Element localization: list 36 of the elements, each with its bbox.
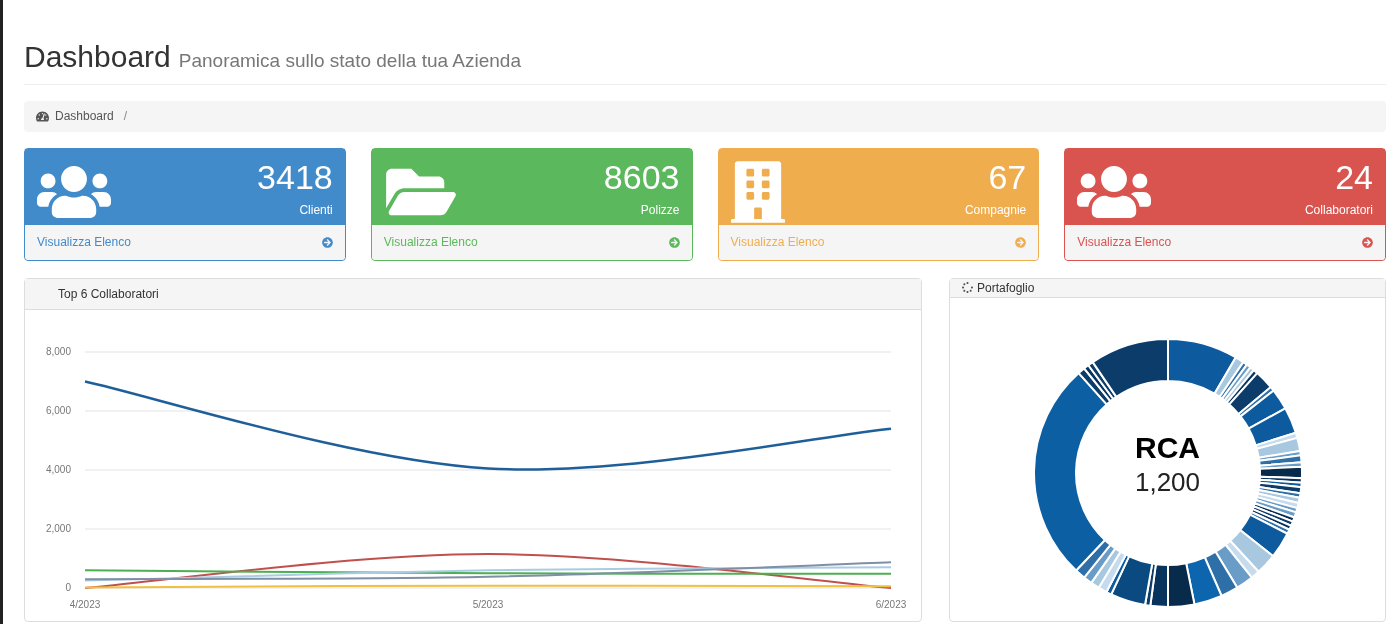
stat-value: 8603 [603, 156, 680, 197]
stat-value: 3418 [257, 156, 333, 197]
y-axis-label: 0 [65, 581, 71, 593]
page-title: Dashboard [24, 40, 171, 74]
view-list-link[interactable]: Visualizza Elenco [25, 224, 345, 260]
spinner-icon [962, 282, 973, 293]
stat-value: 67 [988, 156, 1027, 197]
arrow-right-icon [321, 236, 333, 248]
page-subtitle: Panoramica sullo stato della tua Azienda [178, 49, 521, 73]
stat-label: Polizze [640, 201, 680, 219]
stat-label: Clienti [299, 201, 333, 219]
view-list-link[interactable]: Visualizza Elenco [718, 224, 1039, 260]
breadcrumb-link[interactable]: Dashboard [55, 107, 114, 125]
arrow-right-icon [668, 236, 680, 248]
x-axis-label: 4/2023 [69, 598, 101, 610]
arrow-right-icon [1362, 236, 1373, 248]
donut-center-label: RCA [1135, 430, 1200, 465]
building-icon [730, 160, 785, 223]
y-axis-label: 4,000 [45, 463, 71, 475]
y-axis-label: 2,000 [45, 522, 71, 534]
donut-center-value: 1,200 [1134, 465, 1201, 499]
arrow-right-icon [1015, 236, 1027, 248]
panel-title: Top 6 Collaboratori [58, 285, 159, 303]
dashboard-icon [36, 109, 49, 123]
x-axis-label: 5/2023 [472, 598, 504, 610]
breadcrumb-separator: / [123, 108, 128, 125]
stat-label: Collaboratori [1304, 201, 1373, 219]
panel-title: Portafoglio [977, 279, 1035, 297]
x-axis-label: 6/2023 [875, 598, 907, 610]
y-axis-label: 8,000 [45, 345, 71, 357]
stat-label: Compagnie [964, 201, 1027, 219]
stat-value: 24 [1335, 156, 1373, 197]
view-list-link[interactable]: Visualizza Elenco [1065, 224, 1385, 260]
view-list-link[interactable]: Visualizza Elenco [371, 224, 692, 260]
y-axis-label: 6,000 [45, 404, 71, 416]
donut-segment [1184, 555, 1223, 605]
